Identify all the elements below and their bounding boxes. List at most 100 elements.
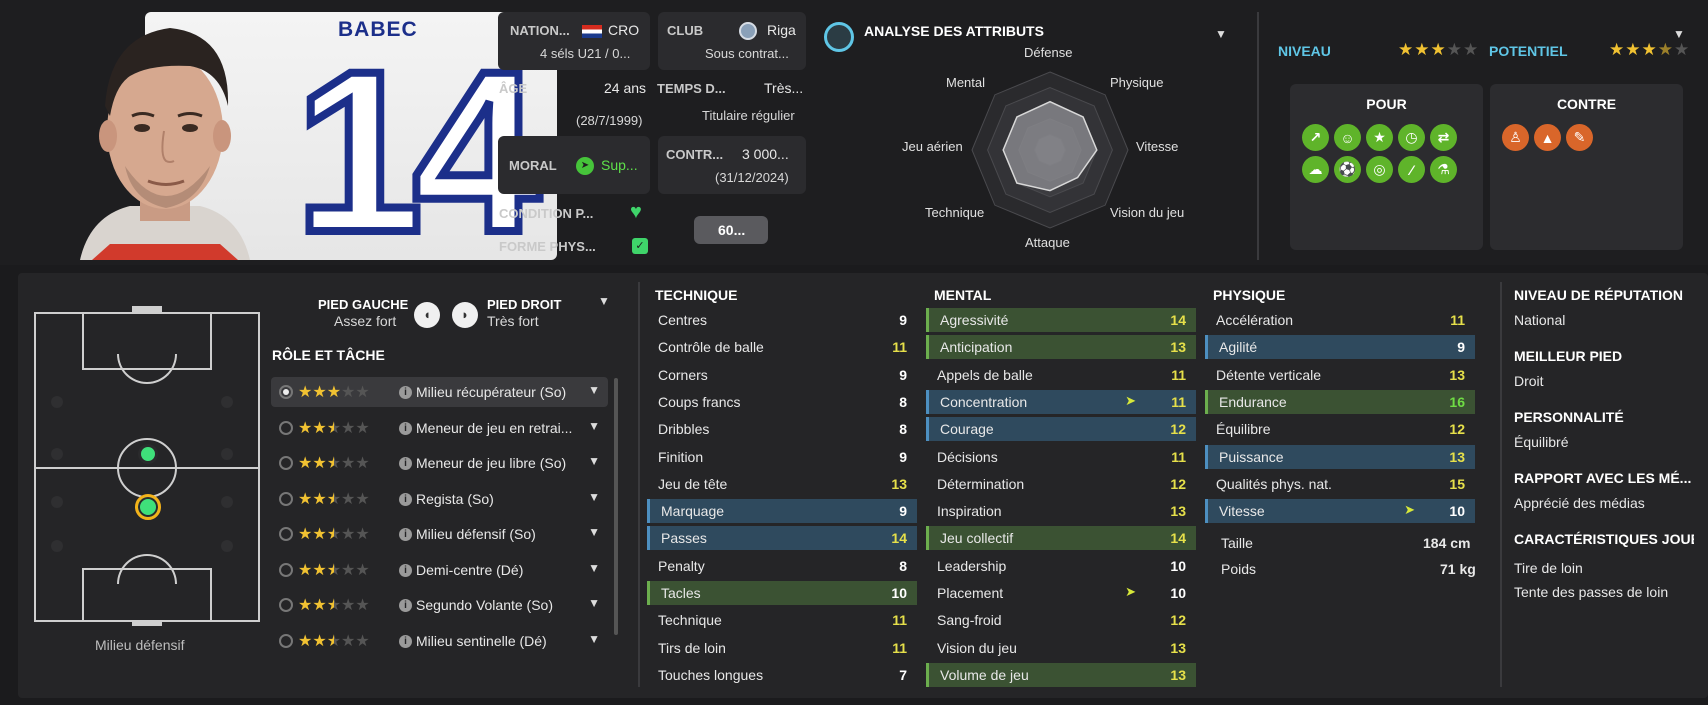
chevron-down-icon[interactable]: ▼ — [588, 490, 600, 504]
info-icon[interactable]: i — [399, 563, 412, 577]
info-icon[interactable]: i — [399, 421, 412, 435]
attribute-row[interactable]: Vitesse ➤ 10 — [1205, 499, 1475, 524]
chevron-down-icon[interactable]: ▼ — [588, 596, 600, 610]
attribute-row[interactable]: Placement ➤ 10 — [926, 581, 1196, 605]
chevron-down-icon[interactable]: ▼ — [588, 419, 600, 433]
attribute-row[interactable]: Qualités phys. nat. 15 — [1205, 472, 1475, 496]
attribute-row[interactable]: Détermination 12 — [926, 472, 1196, 496]
attribute-row[interactable]: Agilité 9 — [1205, 335, 1475, 360]
attribute-row[interactable]: Coups francs 8 — [647, 390, 917, 414]
attribute-row[interactable]: Jeu de tête 13 — [647, 472, 917, 496]
attribute-row[interactable]: Technique 11 — [647, 608, 917, 632]
role-radio[interactable] — [279, 598, 293, 612]
best-foot-title: MEILLEUR PIED — [1514, 348, 1623, 364]
trend-up-icon[interactable]: ↗ — [1302, 124, 1329, 151]
attribute-row[interactable]: Concentration ➤ 11 — [926, 389, 1196, 414]
info-icon[interactable]: i — [399, 457, 412, 470]
attribute-row[interactable]: Corners 9 — [647, 363, 917, 387]
role-row[interactable]: ★★★★★ i Meneur de jeu libre (So) ▼ — [271, 448, 608, 478]
attribute-row[interactable]: Penalty 8 — [647, 554, 917, 578]
fitness-pill[interactable]: 60... — [694, 216, 768, 244]
nationality-card[interactable]: NATION... CRO 4 séls U21 / 0... — [498, 12, 650, 70]
attribute-row[interactable]: Endurance 16 — [1205, 389, 1475, 414]
morale-value: Sup... — [601, 157, 638, 173]
attribute-row[interactable]: Inspiration 13 — [926, 499, 1196, 523]
role-row[interactable]: ★★★★★ i Milieu défensif (So) ▼ — [271, 519, 608, 549]
role-row[interactable]: ★★★★★ i Regista (So) ▼ — [271, 484, 608, 514]
info-icon[interactable]: i — [399, 634, 412, 648]
role-radio[interactable] — [279, 527, 293, 541]
clipboard-icon[interactable]: ✎ — [1566, 124, 1593, 151]
feet-chevron-icon[interactable]: ▼ — [598, 294, 610, 308]
chevron-down-icon[interactable]: ▼ — [588, 561, 600, 575]
attribute-row[interactable]: Jeu collectif 14 — [926, 526, 1196, 551]
attribute-row[interactable]: Marquage 9 — [647, 499, 917, 524]
morale-card[interactable]: MORAL ➤ Sup... — [498, 136, 650, 194]
position-marker-primary[interactable] — [138, 444, 158, 464]
role-radio[interactable] — [279, 491, 293, 506]
role-radio[interactable] — [279, 456, 293, 470]
attribute-row[interactable]: Tacles 10 — [647, 581, 917, 605]
stopwatch-icon[interactable]: ◷ — [1398, 124, 1425, 151]
attribute-row[interactable]: Agressivité 14 — [926, 308, 1196, 332]
info-icon[interactable]: i — [399, 386, 412, 399]
role-row[interactable]: ★★★★★ i Segundo Volante (So) ▼ — [271, 590, 608, 620]
attribute-row[interactable]: Courage 12 — [926, 417, 1196, 442]
attribute-row[interactable]: Décisions 11 — [926, 445, 1196, 469]
attribute-row[interactable]: Touches longues 7 — [647, 663, 917, 687]
roles-scrollbar[interactable] — [614, 378, 618, 635]
info-icon[interactable]: i — [399, 492, 412, 506]
attribute-row[interactable]: Accélération 11 — [1205, 308, 1475, 332]
star-icon[interactable]: ★ — [1366, 124, 1393, 151]
attribute-row[interactable]: Puissance 13 — [1205, 444, 1475, 469]
club-card[interactable]: CLUB Riga Sous contrat... — [658, 12, 806, 70]
boot-icon[interactable]: ⁄ — [1398, 156, 1425, 183]
potential-stars: ★★★★★ — [1609, 40, 1691, 59]
contract-card[interactable]: CONTR... 3 000... (31/12/2024) — [658, 136, 806, 194]
attribute-row[interactable]: Vision du jeu 13 — [926, 636, 1196, 660]
analysis-chevron-icon[interactable]: ▼ — [1215, 27, 1227, 41]
info-icon[interactable]: i — [399, 599, 412, 612]
attribute-row[interactable]: Dribbles 8 — [647, 417, 917, 441]
attribute-row[interactable]: Finition 9 — [647, 445, 917, 469]
shirt-number: 14 — [291, 23, 545, 261]
flask-icon[interactable]: ⚗ — [1430, 156, 1457, 183]
brain-icon[interactable]: ☁ — [1302, 156, 1329, 183]
attribute-row[interactable]: Appels de balle 11 — [926, 363, 1196, 387]
chevron-down-icon[interactable]: ▼ — [588, 383, 600, 397]
role-stars: ★★★★★ — [298, 632, 370, 650]
attribute-value: 13 — [1170, 666, 1186, 683]
attribute-row[interactable]: Passes 14 — [647, 526, 917, 551]
attribute-row[interactable]: Sang-froid 12 — [926, 608, 1196, 632]
role-row[interactable]: ★★★★★ i Milieu récupérateur (So) ▼ — [271, 377, 608, 407]
face-icon[interactable]: ☺ — [1334, 124, 1361, 151]
role-radio[interactable] — [279, 385, 293, 399]
chevron-down-icon[interactable]: ▼ — [588, 632, 600, 646]
attribute-name: Sang-froid — [937, 612, 1002, 629]
attribute-row[interactable]: Centres 9 — [647, 308, 917, 332]
chevron-down-icon[interactable]: ▼ — [588, 525, 600, 539]
attribute-row[interactable]: Détente verticale 13 — [1205, 363, 1475, 387]
role-radio[interactable] — [279, 633, 293, 648]
attribute-row[interactable]: Contrôle de balle 11 — [647, 335, 917, 359]
chevron-down-icon[interactable]: ▼ — [588, 454, 600, 468]
role-row[interactable]: ★★★★★ i Demi-centre (Dé) ▼ — [271, 555, 608, 585]
attribute-row[interactable]: Anticipation 13 — [926, 335, 1196, 360]
attribute-row[interactable]: Équilibre 12 — [1205, 417, 1475, 441]
cone-icon[interactable]: ▲ — [1534, 124, 1561, 151]
role-row[interactable]: ★★★★★ i Milieu sentinelle (Dé) ▼ — [271, 626, 608, 656]
attribute-row[interactable]: Tirs de loin 11 — [647, 636, 917, 660]
role-radio[interactable] — [279, 562, 293, 577]
info-icon[interactable]: i — [399, 528, 412, 541]
role-radio[interactable] — [279, 420, 293, 435]
attribute-row[interactable]: Leadership 10 — [926, 554, 1196, 578]
role-row[interactable]: ★★★★★ i Meneur de jeu en retrai... ▼ — [271, 413, 608, 443]
rating-chevron-icon[interactable]: ▼ — [1673, 27, 1685, 41]
target-icon[interactable]: ◎ — [1366, 156, 1393, 183]
ball-icon[interactable]: ⚽ — [1334, 156, 1361, 183]
attribute-row[interactable]: Volume de jeu 13 — [926, 662, 1196, 687]
handshake-icon[interactable]: ⇄ — [1430, 124, 1457, 151]
attribute-name: Marquage — [661, 503, 725, 520]
position-marker-selected[interactable] — [135, 494, 161, 520]
person-icon[interactable]: ♙ — [1502, 124, 1529, 151]
